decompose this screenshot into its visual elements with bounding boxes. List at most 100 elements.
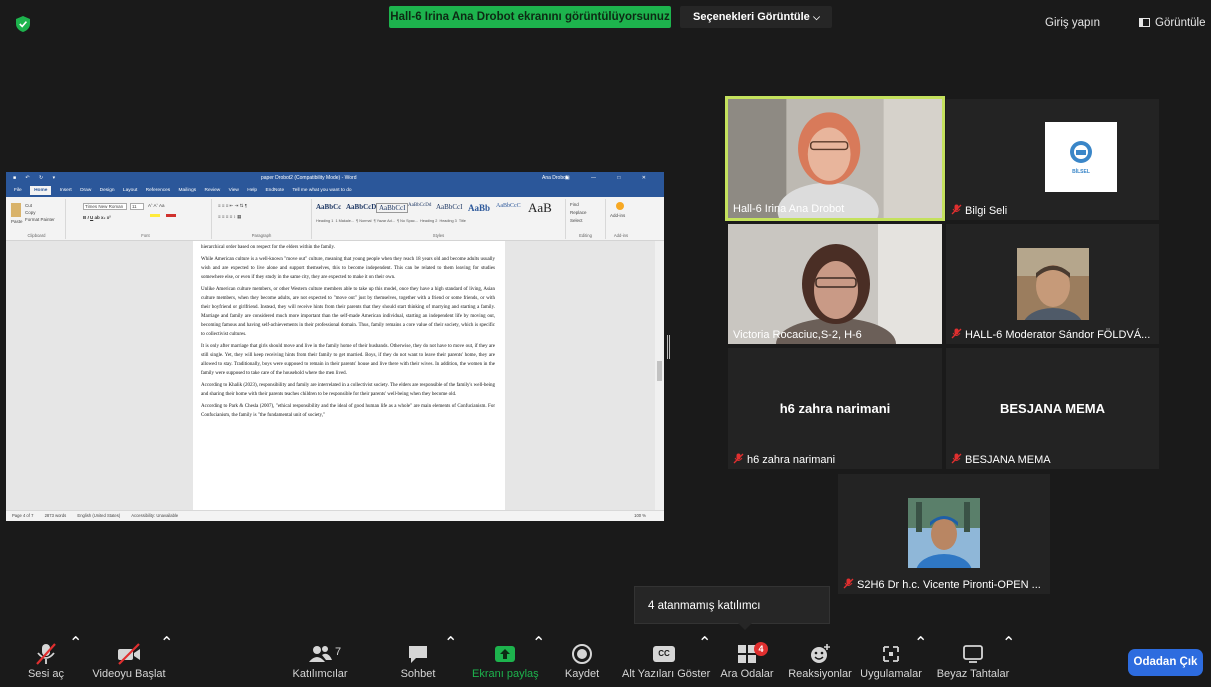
participant-tile[interactable]: h6 zahra narimani h6 zahra narimani <box>728 348 942 469</box>
document-page[interactable]: hierarchical order based on respect for … <box>193 241 505 510</box>
copy-button[interactable]: Copy <box>25 210 36 215</box>
view-options-dropdown[interactable]: Seçenekleri Görüntüle ⌵ <box>680 6 832 28</box>
whiteboards-button[interactable]: Beyaz Tahtalar <box>934 633 1012 687</box>
participant-tile[interactable]: Victoria Rocaciuc,S-2, H-6 <box>728 224 942 344</box>
paste-icon[interactable] <box>11 203 21 217</box>
tab-draw[interactable]: Draw <box>80 188 91 193</box>
align-icons[interactable]: ≡ ≡ ≡ ≡ ↕ ▦ <box>218 214 241 220</box>
unassigned-participants-tooltip: 4 atanmamış katılımcı <box>634 586 830 630</box>
participant-name-row: h6 zahra narimani <box>733 453 835 466</box>
record-button[interactable]: Kaydet <box>560 633 604 687</box>
start-video-button[interactable]: Videoyu Başlat <box>92 633 166 687</box>
style-yazar[interactable]: AaBbCcDd <box>408 203 431 208</box>
tab-layout[interactable]: Layout <box>123 188 137 193</box>
highlight-color-icon[interactable] <box>150 214 160 217</box>
security-shield-icon[interactable] <box>16 16 30 32</box>
select-button[interactable]: Select <box>570 218 583 223</box>
scroll-thumb[interactable] <box>657 361 662 381</box>
tab-file[interactable]: File <box>14 188 22 193</box>
font-format-icons[interactable]: B I U ab x₂ x² <box>83 215 111 220</box>
cut-button[interactable]: Cut <box>25 203 32 208</box>
style-name-4: ¶ Yazar Ad... <box>373 219 395 223</box>
layout-icon <box>1139 18 1150 27</box>
participant-tile[interactable]: HALL-6 Moderator Sándor FÖLDVÁ... <box>946 224 1159 344</box>
chevron-up-icon[interactable]: ⌃ <box>698 633 711 687</box>
format-painter-button[interactable]: Format Painter <box>25 217 55 222</box>
mic-muted-icon <box>951 328 962 339</box>
share-screen-button[interactable]: Ekranı paylaş <box>472 633 539 687</box>
split-view-handle[interactable] <box>667 335 670 359</box>
chevron-up-icon[interactable]: ⌃ <box>914 633 927 687</box>
tab-mailings[interactable]: Mailings <box>179 188 197 193</box>
shared-screen-word-window[interactable]: ■ ↶ ↻ ▾ paper Drobot2 (Compatibility Mod… <box>6 172 664 521</box>
participant-avatar-logo: BİLSEL <box>1045 122 1117 192</box>
style-makale[interactable]: AaBbCcD <box>346 203 376 211</box>
leave-meeting-button[interactable]: Odadan Çık <box>1128 649 1203 676</box>
view-button[interactable]: Görüntüle <box>1139 17 1206 29</box>
unmute-button[interactable]: Sesi aç <box>20 633 72 687</box>
style-no-spacing[interactable]: AaBbCcI <box>436 203 462 211</box>
zoom-level[interactable]: 100 % <box>634 511 646 521</box>
page-count[interactable]: Page 4 of 7 <box>12 513 33 518</box>
style-heading-1[interactable]: AaBbCc <box>316 203 341 211</box>
apps-label: Uygulamalar <box>860 668 922 680</box>
participant-name: Bilgi Seli <box>965 205 1008 217</box>
chevron-up-icon[interactable]: ⌃ <box>444 633 457 687</box>
style-heading-3[interactable]: AaBbCcC <box>496 203 521 209</box>
find-button[interactable]: Find <box>570 202 579 207</box>
addins-icon[interactable] <box>616 202 624 210</box>
participant-avatar <box>908 498 980 568</box>
chevron-up-icon[interactable]: ⌃ <box>1002 633 1015 687</box>
participants-label: Katılımcılar <box>292 668 348 680</box>
tab-home[interactable]: Home <box>30 186 52 195</box>
replace-button[interactable]: Replace <box>570 210 587 215</box>
list-icons[interactable]: ≡ ≡ ≡ ⇤ ⇥ ⇅ ¶ <box>218 203 247 209</box>
font-size-field[interactable]: 11 <box>130 203 144 210</box>
tab-design[interactable]: Design <box>100 188 115 193</box>
tab-endnote[interactable]: EndNote <box>265 188 284 193</box>
captions-button[interactable]: CC Alt Yazıları Göster <box>622 633 711 687</box>
tab-view[interactable]: View <box>229 188 239 193</box>
paragraph-label: Paragraph <box>251 233 272 238</box>
font-name-field[interactable]: Times New Roman <box>83 203 127 210</box>
tab-insert[interactable]: Insert <box>60 188 72 193</box>
style-name-1: Heading 1 <box>316 219 334 223</box>
accessibility-status[interactable]: Accessibility: Unavailable <box>131 513 178 518</box>
style-heading-2[interactable]: AaBb <box>468 203 490 213</box>
signin-link[interactable]: Giriş yapın <box>1045 17 1100 29</box>
chat-button[interactable]: Sohbet <box>396 633 440 687</box>
participant-tile[interactable]: S2H6 Dr h.c. Vicente Pironti-OPEN ... <box>838 474 1050 594</box>
participant-tile[interactable]: BESJANA MEMA BESJANA MEMA <box>946 348 1159 469</box>
font-size-grow-icon[interactable]: Aˆ Aˇ Aa <box>148 203 165 208</box>
addins-button[interactable]: Add-ins <box>610 213 625 218</box>
participant-tile[interactable]: BİLSEL Bilgi Seli <box>946 99 1159 220</box>
reactions-button[interactable]: Reaksiyonlar <box>786 633 854 687</box>
apps-button[interactable]: Uygulamalar <box>860 633 922 687</box>
participants-button[interactable]: 7 Katılımcılar <box>290 633 350 687</box>
tab-review[interactable]: Review <box>205 188 221 193</box>
word-count[interactable]: 2873 words <box>45 513 67 518</box>
whiteboard-icon <box>963 645 983 663</box>
breakout-rooms-label: Ara Odalar <box>720 668 774 680</box>
tell-me-search[interactable]: Tell me what you want to do <box>292 188 351 193</box>
language[interactable]: English (United States) <box>77 513 120 518</box>
breakout-rooms-button[interactable]: 4 Ara Odalar <box>718 633 776 687</box>
whiteboards-label: Beyaz Tahtalar <box>936 668 1010 680</box>
style-names-row: Heading 1 1 Makale... ¶ Normal ¶ Yazar A… <box>316 219 466 223</box>
participant-tile-speaker[interactable]: Hall-6 Irina Ana Drobot <box>725 96 945 221</box>
participant-name: BESJANA MEMA <box>965 454 1051 466</box>
tab-help[interactable]: Help <box>247 188 257 193</box>
chevron-up-icon[interactable]: ⌃ <box>160 633 173 687</box>
quick-access-icons: ■ ↶ ↻ ▾ <box>13 175 60 181</box>
participant-video <box>728 99 942 218</box>
chevron-up-icon[interactable]: ⌃ <box>532 633 545 687</box>
tab-references[interactable]: References <box>146 188 171 193</box>
style-normal[interactable]: AaBbCcI <box>376 203 409 213</box>
captions-label: Alt Yazıları Göster <box>622 668 711 680</box>
style-name-3: ¶ Normal <box>356 219 372 223</box>
font-color-icon[interactable] <box>166 214 176 217</box>
style-title[interactable]: AaB <box>528 200 552 216</box>
word-vertical-scrollbar[interactable] <box>655 241 664 510</box>
chevron-up-icon[interactable]: ⌃ <box>69 633 82 687</box>
paste-label[interactable]: Paste <box>11 219 23 224</box>
